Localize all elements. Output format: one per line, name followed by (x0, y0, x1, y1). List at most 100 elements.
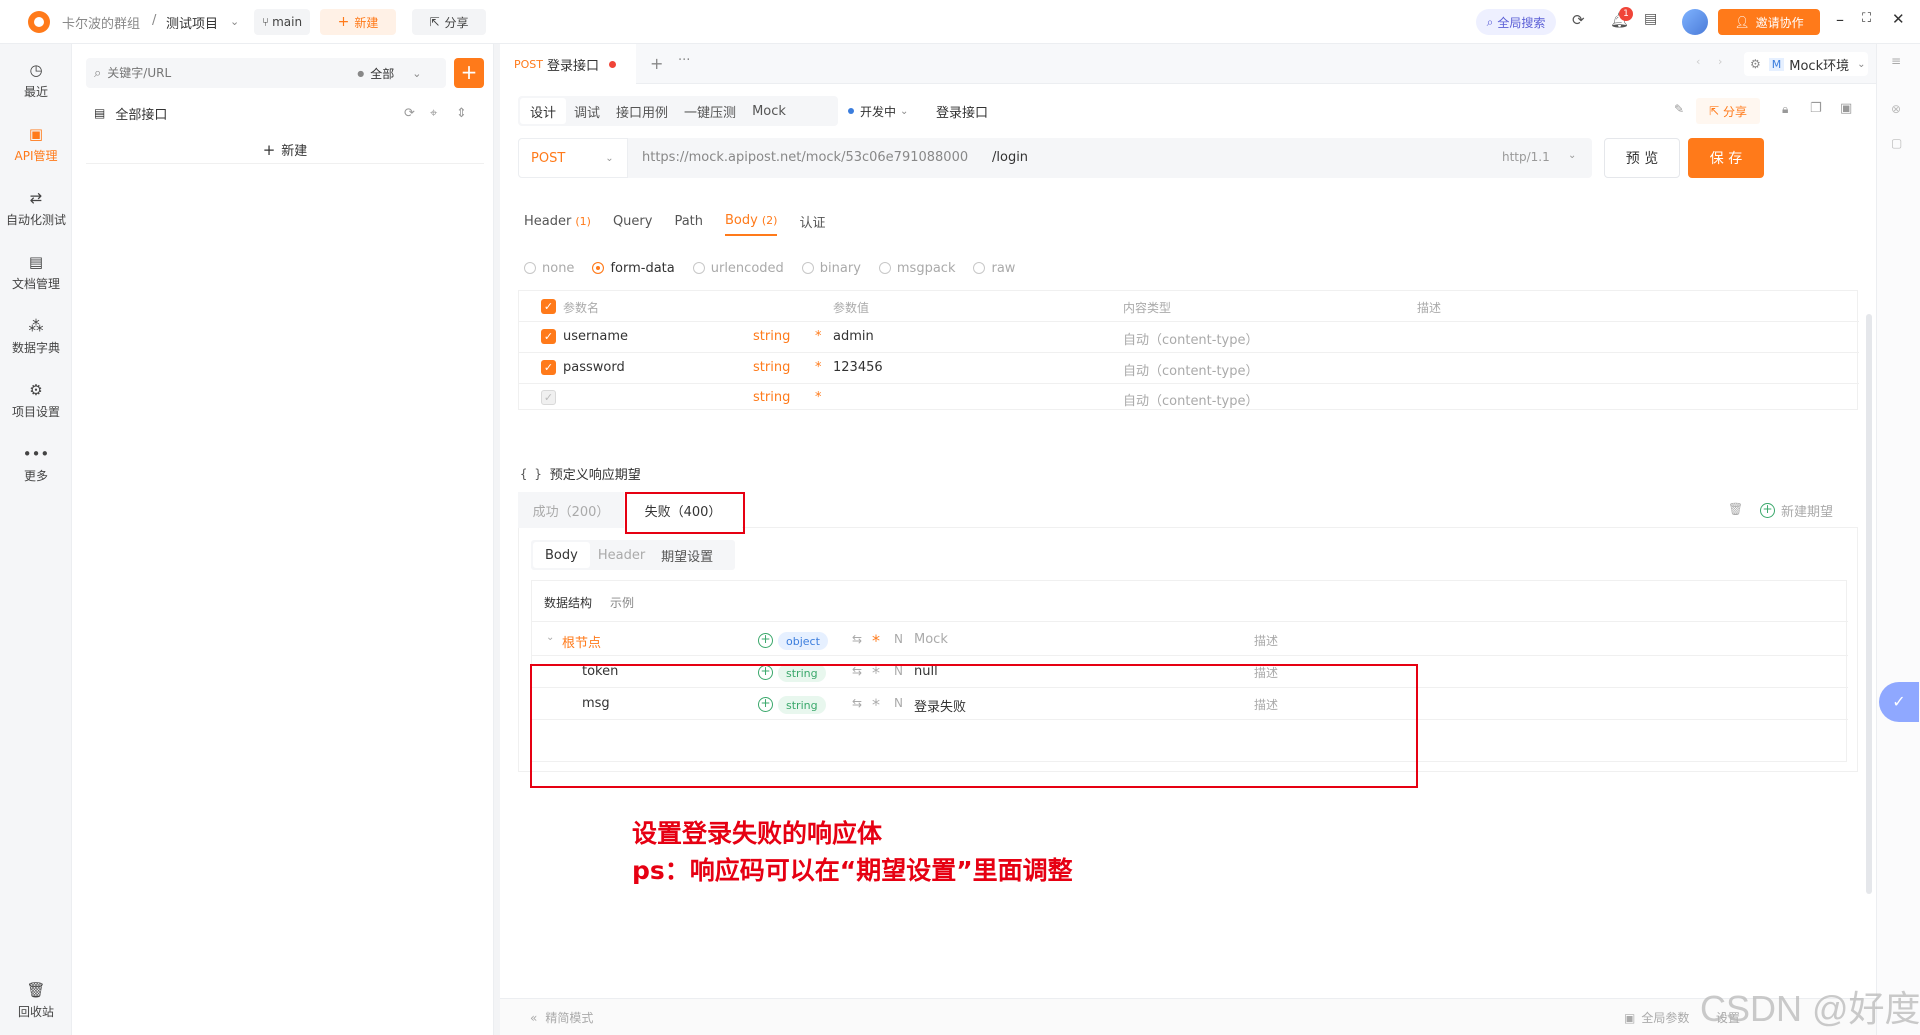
close-circle-icon[interactable]: ⊗ (1891, 102, 1901, 116)
tab-example[interactable]: 示例 (610, 594, 634, 611)
chevron-down-icon[interactable]: ⌄ (230, 15, 239, 28)
share-interface-button[interactable]: ⇱ 分享 (1696, 98, 1760, 124)
url-path-input[interactable]: /login (992, 150, 1028, 165)
param-value[interactable]: admin (833, 329, 874, 344)
tab-cases[interactable]: 接口用例 (608, 98, 676, 124)
nav-item-automation[interactable]: ⇄ 自动化测试 (0, 180, 72, 236)
param-type[interactable]: string (753, 329, 790, 344)
tab-data-structure[interactable]: 数据结构 (544, 594, 592, 611)
param-name[interactable]: username (563, 329, 628, 344)
tab-expect-settings[interactable]: 期望设置 (653, 542, 721, 568)
param-name[interactable]: password (563, 360, 625, 375)
chevron-down-icon[interactable]: ⌄ (546, 632, 554, 643)
tab-next-icon[interactable]: › (1718, 55, 1722, 68)
assistant-float-button[interactable]: ✓ (1879, 682, 1919, 722)
row-checkbox[interactable]: ✓ (541, 390, 556, 405)
radio-binary[interactable]: binary (801, 261, 861, 276)
radio-msgpack[interactable]: msgpack (878, 261, 955, 276)
tab-expect-body[interactable]: Body (533, 542, 590, 568)
save-button[interactable]: 保 存 (1688, 138, 1764, 178)
project-name[interactable]: 测试项目 (166, 13, 218, 32)
edit-icon[interactable]: ✎ (1674, 102, 1684, 116)
tab-auth[interactable]: 认证 (799, 212, 825, 231)
branch-button[interactable]: ⑂ main (254, 9, 310, 35)
locate-icon[interactable]: ⌖ (430, 106, 437, 121)
tab-mock[interactable]: Mock (744, 98, 794, 124)
refresh-icon[interactable]: ⟳ (404, 106, 415, 121)
global-params-button[interactable]: ▣ 全局参数 (1624, 1009, 1689, 1026)
method-select[interactable]: POST ⌄ (518, 138, 628, 178)
share-button[interactable]: ⇱ 分享 (412, 9, 486, 35)
refresh-icon[interactable]: ⟳ (1572, 11, 1585, 29)
menu-icon[interactable]: ≡ (1891, 54, 1901, 68)
lock-icon[interactable]: 🔒︎ (1782, 102, 1788, 117)
tab-path[interactable]: Path (674, 214, 703, 229)
param-content-type[interactable]: 自动（content-type） (1123, 390, 1259, 409)
schema-type-pill[interactable]: object (778, 632, 828, 650)
row-checkbox[interactable]: ✓ (541, 360, 556, 375)
tab-header[interactable]: Header (1) (524, 214, 591, 229)
row-checkbox[interactable]: ✓ (541, 329, 556, 344)
new-item-button[interactable]: + 新建 (86, 136, 484, 164)
tab-body[interactable]: Body (2) (725, 206, 778, 236)
radio-urlencoded[interactable]: urlencoded (692, 261, 784, 276)
minimize-icon[interactable]: – (1836, 10, 1844, 29)
avatar[interactable] (1682, 9, 1708, 35)
save-icon[interactable]: ▣ (1840, 101, 1852, 116)
chevron-down-icon[interactable]: ⌄ (412, 67, 421, 80)
tab-debug[interactable]: 调试 (566, 98, 608, 124)
nav-item-recent[interactable]: ◷ 最近 (0, 52, 72, 108)
nullable-toggle[interactable]: N (894, 632, 903, 646)
required-star-icon[interactable]: * (815, 329, 822, 344)
nav-item-more[interactable]: ••• 更多 (0, 436, 72, 492)
add-child-icon[interactable]: + (758, 633, 773, 648)
select-all-checkbox[interactable]: ✓ (541, 299, 556, 314)
schema-mock-input[interactable]: Mock (914, 632, 948, 647)
nav-item-trash[interactable]: 🗑︎ 回收站 (0, 972, 72, 1028)
radio-none[interactable]: none (524, 261, 574, 276)
param-type[interactable]: string (753, 360, 790, 375)
global-search-button[interactable]: ⌕ 全局搜索 (1476, 9, 1556, 35)
nav-item-settings[interactable]: ⚙ 项目设置 (0, 372, 72, 428)
copy-icon[interactable]: ❐ (1810, 101, 1822, 116)
simple-mode-toggle[interactable]: « 精简模式 (530, 1009, 593, 1026)
interface-name-field[interactable]: 登录接口 (936, 102, 988, 121)
tab-success-200[interactable]: 成功（200） (518, 492, 624, 528)
add-interface-button[interactable]: + (454, 58, 484, 88)
param-content-type[interactable]: 自动（content-type） (1123, 360, 1259, 379)
team-name[interactable]: 卡尔波的群组 (62, 13, 140, 32)
search-input[interactable] (107, 66, 358, 80)
base-url[interactable]: https://mock.apipost.net/mock/53c06e7910… (642, 150, 968, 165)
tab-prev-icon[interactable]: ‹ (1696, 55, 1700, 68)
vertical-scrollbar[interactable] (1866, 314, 1872, 894)
param-value[interactable]: 123456 (833, 360, 883, 375)
radio-form-data[interactable]: form-data (592, 261, 675, 276)
new-button[interactable]: + 新建 (320, 9, 396, 35)
status-select[interactable]: 开发中 ⌄ (848, 96, 908, 126)
schema-desc-input[interactable]: 描述 (1254, 632, 1278, 649)
more-tabs-icon[interactable]: ··· (678, 53, 690, 68)
add-tab-icon[interactable]: + (650, 54, 663, 73)
required-star-icon[interactable]: * (815, 360, 822, 375)
nav-item-api[interactable]: ▣ API管理 (0, 116, 72, 172)
all-interfaces-item[interactable]: ▤ 全部接口 ⟳ ⌖ ⇕ (86, 100, 484, 126)
param-content-type[interactable]: 自动（content-type） (1123, 329, 1259, 348)
nav-item-dictionary[interactable]: ⁂ 数据字典 (0, 308, 72, 364)
schema-field-name[interactable]: 根节点 (562, 632, 601, 651)
nav-item-docs[interactable]: ▤ 文档管理 (0, 244, 72, 300)
param-type[interactable]: string (753, 390, 790, 405)
panel-icon[interactable]: ▢ (1891, 136, 1902, 150)
invite-button[interactable]: 👤︎ 邀请协作 (1718, 9, 1820, 35)
env-select[interactable]: ⚙ M Mock环境 ⌄ (1744, 52, 1868, 76)
trash-icon[interactable]: 🗑︎ (1728, 502, 1743, 516)
close-icon[interactable]: ✕ (1892, 10, 1905, 28)
protocol-select[interactable]: http/1.1 (1502, 150, 1550, 164)
required-star-icon[interactable]: * (872, 631, 880, 650)
filter-select[interactable]: 全部 (370, 65, 394, 82)
maximize-icon[interactable]: ⛶ (1862, 11, 1871, 26)
required-star-icon[interactable]: * (815, 390, 822, 405)
sort-icon[interactable]: ⇕ (456, 106, 467, 121)
tab-login-interface[interactable]: POST 登录接口 (500, 44, 636, 84)
tab-expect-header[interactable]: Header (590, 542, 653, 568)
tab-stress[interactable]: 一键压测 (676, 98, 744, 124)
